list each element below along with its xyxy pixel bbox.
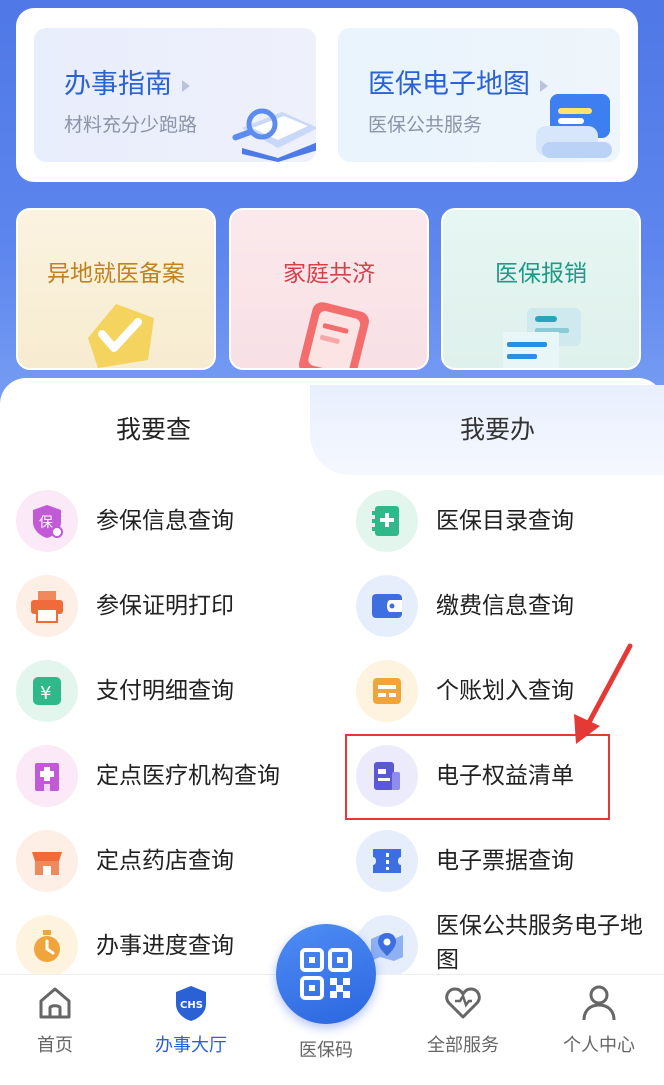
service-label: 医保目录查询 xyxy=(436,508,574,534)
service-label: 定点药店查询 xyxy=(96,848,234,874)
insurance-shield-icon: 保 xyxy=(16,490,78,552)
service-label-line1: 医保公共服务电子地 xyxy=(436,913,643,939)
store-icon xyxy=(16,830,78,892)
nav-all-services[interactable]: 全部服务 xyxy=(408,983,518,1057)
svg-text:保: 保 xyxy=(39,515,53,531)
service-label-line2: 图 xyxy=(436,947,459,973)
quick-action-label: 家庭共济 xyxy=(283,261,375,287)
quick-action-label: 异地就医备案 xyxy=(47,261,185,287)
service-item-e-receipt[interactable]: 电子票据查询 xyxy=(356,826,646,896)
guide-tile-banshi[interactable]: 办事指南 材料充分少跑路 xyxy=(34,28,316,162)
quick-action-label: 医保报销 xyxy=(495,261,587,287)
check-badge-icon xyxy=(88,304,154,368)
printer-icon xyxy=(16,575,78,637)
service-label: 参保信息查询 xyxy=(96,508,234,534)
person-icon xyxy=(582,985,616,1021)
guide-card: 办事指南 材料充分少跑路 医保电子地图 医保公共服务 xyxy=(16,8,638,182)
guide-title: 医保电子地图 xyxy=(368,69,530,100)
nav-label: 全部服务 xyxy=(427,1035,499,1056)
qr-code-button[interactable] xyxy=(276,924,376,1024)
nav-profile[interactable]: 个人中心 xyxy=(544,983,654,1057)
nav-label: 首页 xyxy=(37,1035,73,1056)
service-item-public-map[interactable]: 医保公共服务电子地图 xyxy=(356,911,656,981)
qr-code-icon xyxy=(300,948,352,1000)
chevron-right-icon xyxy=(182,79,190,92)
service-item-insurance-info[interactable]: 保 参保信息查询 xyxy=(16,486,316,556)
wallet-icon xyxy=(356,575,418,637)
ticket-icon xyxy=(356,830,418,892)
svg-text:¥: ¥ xyxy=(40,683,51,704)
quick-action-reimburse[interactable]: 医保报销 xyxy=(441,208,641,370)
hospital-icon xyxy=(16,745,78,807)
heart-icon xyxy=(445,987,481,1019)
tab-query[interactable]: 我要查 xyxy=(116,410,191,446)
service-label: 办事进度查询 xyxy=(96,933,234,959)
service-label: 参保证明打印 xyxy=(96,593,234,619)
pointer-arrow-icon xyxy=(574,643,633,744)
stopwatch-icon xyxy=(16,915,78,977)
guide-subtitle: 材料充分少跑路 xyxy=(64,114,198,136)
nav-label: 办事大厅 xyxy=(155,1035,227,1056)
chs-shield-icon: CHS xyxy=(176,986,206,1021)
service-label: 定点医疗机构查询 xyxy=(96,763,280,789)
nav-label: 个人中心 xyxy=(563,1035,635,1056)
guide-subtitle: 医保公共服务 xyxy=(368,114,483,136)
service-label: 个账划入查询 xyxy=(436,678,574,704)
service-item-fee-info[interactable]: 缴费信息查询 xyxy=(356,571,646,641)
book-magnifier-icon xyxy=(232,108,316,162)
home-icon xyxy=(39,987,71,1019)
service-label: 支付明细查询 xyxy=(96,678,234,704)
service-item-medical-institution[interactable]: 定点医疗机构查询 xyxy=(16,741,336,811)
catalog-icon xyxy=(356,490,418,552)
chs-badge-text: CHS xyxy=(180,1000,203,1011)
guide-tile-map[interactable]: 医保电子地图 医保公共服务 xyxy=(338,28,620,162)
yuan-icon: ¥ xyxy=(16,660,78,722)
phone-icon xyxy=(299,302,369,368)
quick-action-remote-medical[interactable]: 异地就医备案 xyxy=(16,208,216,370)
nav-home[interactable]: 首页 xyxy=(0,983,110,1057)
service-item-pharmacy[interactable]: 定点药店查询 xyxy=(16,826,316,896)
service-item-payment-detail[interactable]: ¥ 支付明细查询 xyxy=(16,656,316,726)
service-label: 电子票据查询 xyxy=(436,848,574,874)
service-item-certificate-print[interactable]: 参保证明打印 xyxy=(16,571,316,641)
service-item-progress[interactable]: 办事进度查询 xyxy=(16,911,316,981)
tab-handle[interactable]: 我要办 xyxy=(460,410,535,446)
service-label: 缴费信息查询 xyxy=(436,593,574,619)
guide-title: 办事指南 xyxy=(64,69,172,100)
receipt-icon xyxy=(503,308,581,368)
map-folder-icon xyxy=(536,94,612,158)
nav-hall[interactable]: CHS 办事大厅 xyxy=(136,983,246,1057)
account-icon xyxy=(356,660,418,722)
quick-action-family[interactable]: 家庭共济 xyxy=(229,208,429,370)
service-item-catalog[interactable]: 医保目录查询 xyxy=(356,486,646,556)
service-label: 医保公共服务电子地图 xyxy=(436,909,643,977)
qr-code-label: 医保码 xyxy=(299,1040,353,1061)
